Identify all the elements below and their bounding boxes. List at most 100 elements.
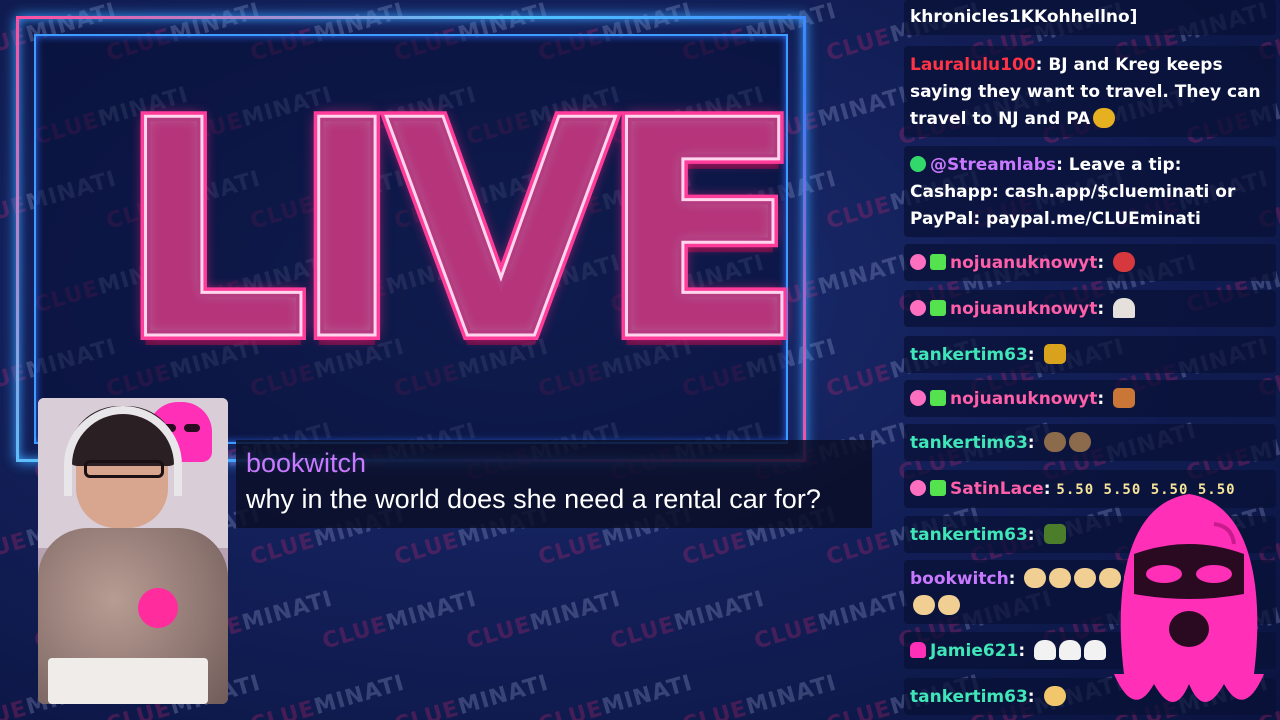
watermark-part-a: CLUE [823, 696, 895, 720]
gift-badge-icon [930, 254, 946, 270]
chat-username[interactable]: Jamie621 [930, 641, 1018, 661]
chat-username[interactable]: SatinLace [950, 479, 1044, 499]
chat-message: nojuanuknowyt: [904, 244, 1276, 281]
chat-separator: : [1027, 687, 1041, 707]
eye-badge-icon [910, 254, 926, 270]
chat-separator: : [1056, 155, 1069, 175]
check-badge-icon [910, 156, 926, 172]
potato-emote-icon [1049, 568, 1072, 588]
chat-message: @Streamlabs: Leave a tip: Cashapp: cash.… [904, 146, 1276, 237]
mask-badge-icon [910, 642, 926, 658]
highlighted-chat-caption: bookwitch why in the world does she need… [236, 440, 872, 528]
watermark-logo: CLUEMINATI [248, 671, 408, 720]
gift-badge-icon [930, 480, 946, 496]
chat-separator: : [1097, 253, 1111, 273]
gift-badge-icon [930, 390, 946, 406]
watermark-part-a: CLUE [607, 612, 679, 655]
watermark-part-a: CLUE [535, 528, 607, 571]
chat-separator: : [1018, 641, 1032, 661]
watermark-part-a: CLUE [247, 528, 319, 571]
ghost-emote-icon [1084, 640, 1107, 660]
watermark-part-a: CLUE [0, 696, 31, 720]
watermark-part-a: CLUE [463, 612, 535, 655]
chat-username[interactable]: Lauralulu100 [910, 55, 1036, 75]
chat-message: nojuanuknowyt: [904, 290, 1276, 327]
watermark-part-a: CLUE [391, 696, 463, 720]
watermark-part-a: CLUE [823, 192, 895, 235]
watermark-logo: CLUEMINATI [320, 587, 480, 655]
mask-mascot-icon [1114, 494, 1264, 702]
chat-separator: : [1097, 389, 1111, 409]
chat-username[interactable]: tankertim63 [910, 525, 1028, 545]
watermark-logo: CLUEMINATI [680, 671, 840, 720]
watermark-part-a: CLUE [535, 696, 607, 720]
potato-emote-icon [1074, 568, 1097, 588]
watermark-part-a: CLUE [823, 528, 895, 571]
chat-message: tankertim63: [904, 336, 1276, 373]
watermark-logo: CLUEMINATI [536, 671, 696, 720]
microphone-icon [138, 588, 178, 628]
watermark-part-a: CLUE [247, 696, 319, 720]
watermark-logo: CLUEMINATI [752, 587, 912, 655]
chat-username[interactable]: nojuanuknowyt [950, 253, 1097, 273]
caption-message: why in the world does she need a rental … [246, 484, 821, 514]
potato-emote-icon [1024, 568, 1047, 588]
eye-badge-icon [910, 480, 926, 496]
watermark-part-b: MINATI [815, 250, 912, 301]
watermark-logo: CLUEMINATI [608, 587, 768, 655]
red-emote-icon [1113, 252, 1136, 272]
caption-username: bookwitch [246, 448, 367, 478]
gold-emote-icon [1043, 344, 1066, 364]
chat-separator: : [1027, 433, 1041, 453]
chat-message: khronicles1KKohhellno] [904, 0, 1276, 35]
watermark-part-a: CLUE [319, 612, 391, 655]
watermark-part-b: MINATI [239, 586, 336, 637]
watermark-part-a: CLUE [823, 24, 895, 67]
chat-username[interactable]: nojuanuknowyt [950, 389, 1097, 409]
watermark-logo: CLUEMINATI [464, 587, 624, 655]
watermark-part-b: MINATI [671, 586, 768, 637]
live-neon-text-core: LIVE [117, 57, 806, 406]
chat-message: nojuanuknowyt: [904, 380, 1276, 417]
watermark-part-b: MINATI [527, 586, 624, 637]
potato-emote-icon [913, 595, 935, 615]
pin-emote-icon [1113, 298, 1136, 318]
watermark-part-a: CLUE [679, 696, 751, 720]
watermark-part-a: CLUE [823, 360, 895, 403]
chat-username[interactable]: nojuanuknowyt [950, 299, 1097, 319]
chat-username[interactable]: bookwitch [910, 569, 1009, 589]
bird-emote-icon [1043, 432, 1066, 452]
watermark-part-a: CLUE [751, 612, 823, 655]
chat-username[interactable]: @Streamlabs [930, 155, 1056, 175]
watermark-part-b: MINATI [311, 670, 408, 720]
box-emote-icon [1113, 388, 1136, 408]
ghost-emote-icon [1059, 640, 1082, 660]
chat-separator: : [1008, 569, 1022, 589]
watermark-logo: CLUEMINATI [392, 671, 552, 720]
eye-badge-icon [910, 390, 926, 406]
eye-badge-icon [910, 300, 926, 316]
chat-separator: : [1035, 55, 1049, 75]
chat-separator: : [1027, 345, 1041, 365]
watermark-part-b: MINATI [815, 82, 912, 133]
watermark-part-a: CLUE [391, 528, 463, 571]
webcam-feed [38, 398, 228, 704]
chat-username[interactable]: tankertim63 [910, 345, 1028, 365]
face-emote-icon [1043, 686, 1066, 706]
watermark-part-b: MINATI [743, 670, 840, 720]
chat-message: tankertim63: [904, 424, 1276, 461]
watermark-part-b: MINATI [383, 586, 480, 637]
watermark-part-b: MINATI [815, 586, 912, 637]
glasses [84, 460, 164, 478]
chat-username[interactable]: tankertim63 [910, 687, 1028, 707]
chat-username[interactable]: tankertim63 [910, 433, 1028, 453]
watermark-part-a: CLUE [679, 528, 751, 571]
bird-emote-icon [1068, 432, 1091, 452]
chat-message: Lauralulu100: BJ and Kreg keeps saying t… [904, 46, 1276, 137]
chat-separator: : [1097, 299, 1111, 319]
gift-badge-icon [930, 300, 946, 316]
watermark-part-a: CLUE [0, 528, 31, 571]
book [48, 658, 208, 704]
green-emote-icon [1043, 524, 1066, 544]
hat-emote-icon [1093, 108, 1116, 128]
